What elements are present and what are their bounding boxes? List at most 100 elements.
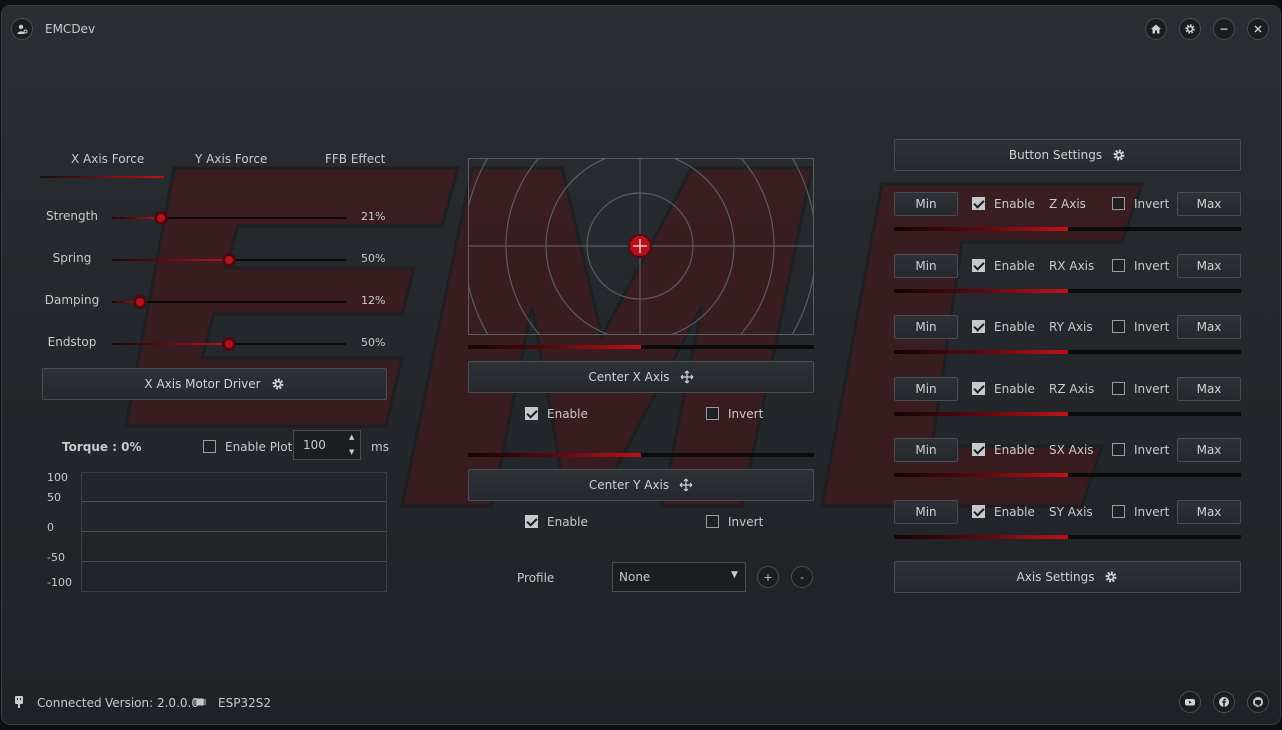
axis-invert-checkbox[interactable] [1112, 320, 1125, 333]
axis-level-bar [894, 350, 1241, 354]
slider-track[interactable] [112, 301, 346, 303]
center-x-invert-checkbox[interactable] [706, 407, 719, 420]
axis-max-button[interactable]: Max [1177, 315, 1241, 339]
x-axis-motor-driver-button[interactable]: X Axis Motor Driver [42, 368, 387, 400]
invert-label: Invert [1134, 443, 1170, 457]
youtube-link[interactable] [1179, 691, 1201, 713]
slider-handle[interactable] [133, 295, 148, 309]
button-label: X Axis Motor Driver [144, 377, 261, 391]
axis-min-button[interactable]: Min [894, 315, 958, 339]
minimize-icon [1220, 28, 1228, 30]
button-settings-button[interactable]: Button Settings [894, 139, 1241, 171]
chip-icon [194, 698, 206, 706]
y-tick-label: -50 [47, 551, 65, 564]
axis-max-button[interactable]: Max [1177, 192, 1241, 216]
axis-max-button[interactable]: Max [1177, 377, 1241, 401]
slider-label: Spring [52, 251, 92, 265]
axis-enable-checkbox[interactable] [972, 197, 985, 210]
axis-level-bar [894, 289, 1241, 293]
axis-level-bar [894, 473, 1241, 477]
axis-name: RZ Axis [1049, 382, 1095, 396]
slider-handle[interactable] [222, 337, 236, 351]
bar-fill [468, 345, 641, 349]
axis-level-bar [894, 227, 1241, 231]
minimize-button[interactable] [1213, 18, 1235, 40]
axis-min-button[interactable]: Min [894, 254, 958, 278]
enable-label: Enable [994, 259, 1035, 273]
axis-settings-button[interactable]: Axis Settings [894, 561, 1241, 593]
gear-icon [1105, 571, 1117, 583]
axis-invert-checkbox[interactable] [1112, 259, 1125, 272]
home-button[interactable] [1145, 18, 1167, 40]
y-tick-label: 50 [47, 491, 61, 504]
tab-y-axis-force[interactable]: Y Axis Force [195, 152, 267, 166]
axis-name: RX Axis [1049, 259, 1095, 273]
profile-select[interactable]: None ▼ [612, 562, 746, 592]
enable-label: Enable [994, 505, 1035, 519]
axis-invert-checkbox[interactable] [1112, 382, 1125, 395]
usb-plug-icon [15, 696, 23, 708]
button-label: Min [915, 320, 937, 334]
x-axis-position-bar [468, 345, 814, 349]
close-button[interactable] [1247, 18, 1269, 40]
add-profile-button[interactable]: + [757, 566, 779, 588]
bar-fill [894, 412, 1068, 416]
move-arrows-icon [679, 478, 693, 492]
invert-label: Invert [728, 515, 764, 529]
button-label: Min [915, 505, 937, 519]
bar-fill [894, 473, 1068, 477]
axis-max-button[interactable]: Max [1177, 500, 1241, 524]
center-x-enable-checkbox[interactable] [525, 407, 538, 420]
enable-label: Enable [994, 443, 1035, 457]
axis-enable-checkbox[interactable] [972, 443, 985, 456]
center-x-axis-button[interactable]: Center X Axis [468, 361, 814, 393]
axis-level-bar [894, 412, 1241, 416]
axis-invert-checkbox[interactable] [1112, 197, 1125, 210]
axis-enable-checkbox[interactable] [972, 505, 985, 518]
axis-min-button[interactable]: Min [894, 438, 958, 462]
spin-down-arrow-icon[interactable]: ▼ [349, 448, 354, 456]
slider-handle[interactable] [222, 253, 236, 267]
torque-label: Torque : 0% [62, 440, 142, 454]
button-label: Center X Axis [588, 370, 670, 384]
tab-x-axis-force[interactable]: X Axis Force [71, 152, 144, 166]
axis-max-button[interactable]: Max [1177, 254, 1241, 278]
enable-plot-checkbox[interactable] [203, 440, 216, 453]
slider-fill [112, 259, 229, 261]
remove-profile-button[interactable]: - [791, 566, 813, 588]
invert-label: Invert [1134, 320, 1170, 334]
invert-label: Invert [1134, 259, 1170, 273]
center-y-invert-checkbox[interactable] [706, 515, 719, 528]
axis-enable-checkbox[interactable] [972, 259, 985, 272]
y-tick-label: -100 [47, 576, 72, 589]
settings-button[interactable] [1179, 18, 1201, 40]
slider-label: Damping [44, 293, 100, 307]
connection-status: Connected [37, 696, 102, 710]
spin-up-arrow-icon[interactable]: ▲ [349, 433, 354, 441]
axis-min-button[interactable]: Min [894, 192, 958, 216]
tab-ffb-effect[interactable]: FFB Effect [325, 152, 385, 166]
center-y-enable-checkbox[interactable] [525, 515, 538, 528]
axis-enable-checkbox[interactable] [972, 320, 985, 333]
button-label: Max [1196, 320, 1222, 334]
github-link[interactable] [1247, 691, 1269, 713]
gear-icon [1185, 24, 1195, 34]
axis-invert-checkbox[interactable] [1112, 443, 1125, 456]
facebook-link[interactable] [1213, 691, 1235, 713]
github-icon [1253, 697, 1263, 707]
axis-min-button[interactable]: Min [894, 377, 958, 401]
interval-unit: ms [371, 440, 389, 454]
gear-icon [272, 378, 284, 390]
axis-max-button[interactable]: Max [1177, 438, 1241, 462]
center-y-axis-button[interactable]: Center Y Axis [468, 469, 814, 501]
invert-label: Invert [1134, 505, 1170, 519]
axis-enable-checkbox[interactable] [972, 382, 985, 395]
plot-gridline [82, 531, 386, 532]
axis-min-button[interactable]: Min [894, 500, 958, 524]
plot-interval-spinbox[interactable]: 100 ▲ ▼ [293, 430, 361, 460]
axis-invert-checkbox[interactable] [1112, 505, 1125, 518]
button-label: Center Y Axis [588, 478, 670, 492]
bar-fill [894, 289, 1068, 293]
axis-level-bar [894, 535, 1241, 539]
slider-label: Strength [46, 209, 98, 223]
